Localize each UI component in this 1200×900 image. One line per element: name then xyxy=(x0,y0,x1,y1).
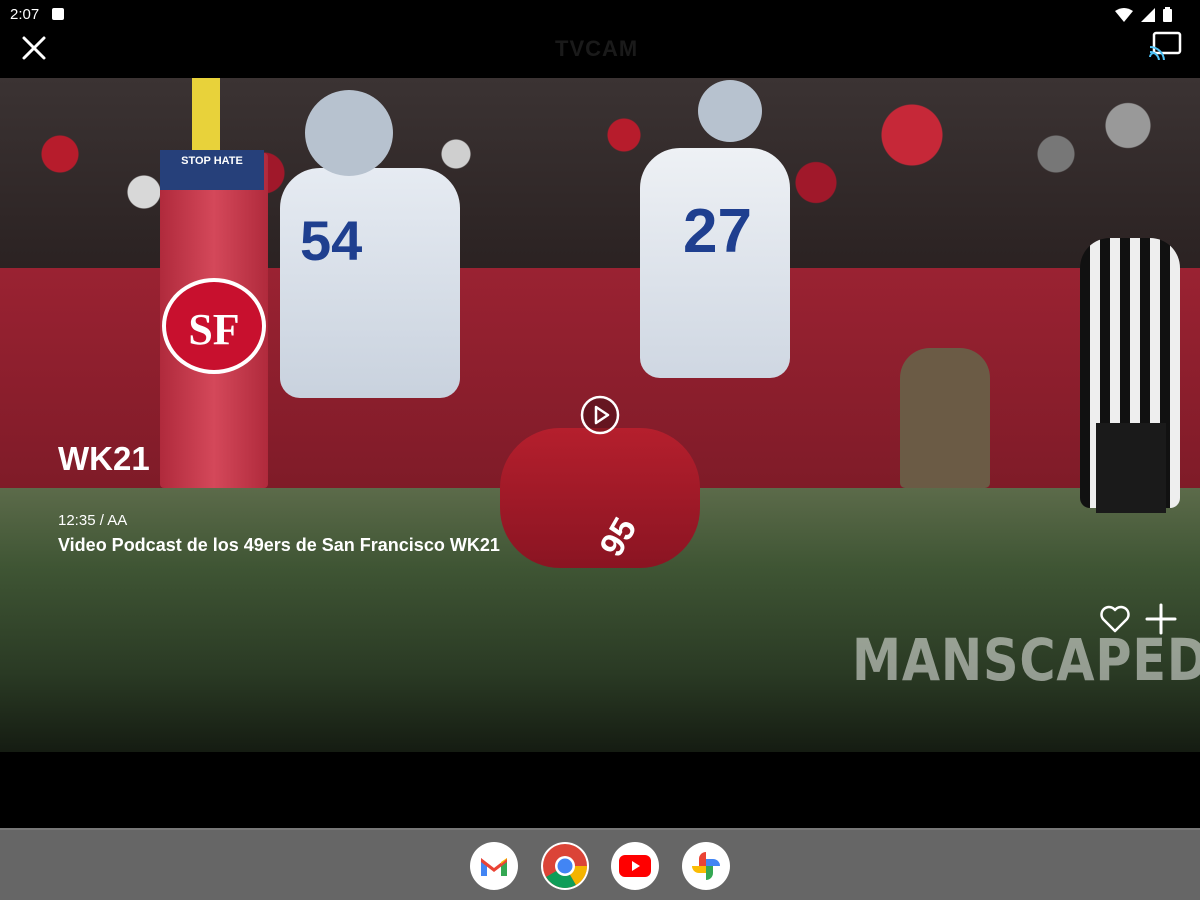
youtube-icon[interactable] xyxy=(611,842,659,890)
photos-icon[interactable] xyxy=(682,842,730,890)
wifi-icon xyxy=(1115,7,1133,22)
status-time: 2:07 xyxy=(10,6,40,23)
gmail-icon[interactable] xyxy=(470,842,518,890)
team-logo: SF xyxy=(162,278,266,374)
status-bar: 2:07 xyxy=(0,0,1200,30)
episode-tag: WK21 xyxy=(58,440,150,477)
video-meta: 12:35 / AA xyxy=(58,512,128,529)
photos-logo xyxy=(692,852,720,880)
notification-icon xyxy=(52,8,64,20)
app-dock xyxy=(0,828,1200,900)
jersey-number: 54 xyxy=(300,209,363,272)
close-icon[interactable] xyxy=(18,32,50,64)
pad-sign: STOP HATE xyxy=(160,150,264,190)
player-helmet xyxy=(698,80,762,142)
play-icon[interactable] xyxy=(579,394,621,436)
cast-icon[interactable] xyxy=(1148,30,1182,60)
youtube-logo xyxy=(619,855,651,877)
signal-icon xyxy=(1141,7,1155,22)
goalpost xyxy=(192,78,220,158)
status-icons xyxy=(1115,7,1172,22)
chrome-logo xyxy=(543,844,587,888)
referee-legs xyxy=(1096,423,1166,513)
brand-logo: TVCAM xyxy=(555,36,639,61)
photographer-figure xyxy=(900,348,990,488)
player-helmet xyxy=(305,90,393,176)
chrome-icon[interactable] xyxy=(541,842,589,890)
top-app-bar: TVCAM xyxy=(0,30,1200,78)
video-title: Video Podcast de los 49ers de San Franci… xyxy=(58,535,500,555)
player-figure xyxy=(280,168,460,398)
video-player[interactable]: STOP HATE SF 54 27 95 WK21 12:35 / AA Vi… xyxy=(0,78,1200,752)
letterbox-bar xyxy=(0,752,1200,828)
battery-icon xyxy=(1163,7,1172,22)
sponsor-watermark: MANSCAPED xyxy=(852,626,1200,694)
jersey-number: 27 xyxy=(683,197,752,266)
gmail-logo xyxy=(481,858,507,876)
